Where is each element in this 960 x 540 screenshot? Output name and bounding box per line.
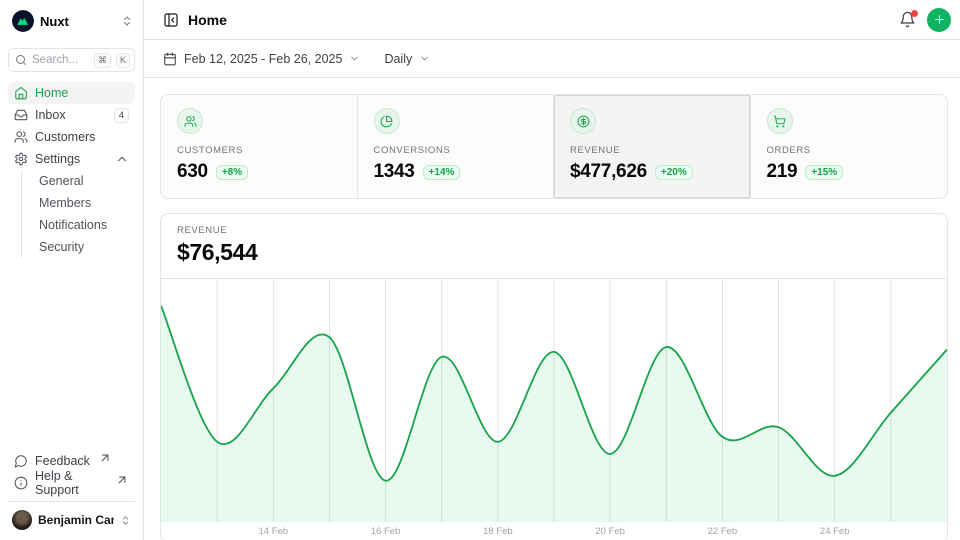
panel-collapse-icon — [163, 12, 179, 28]
stat-value: 1343 — [374, 161, 415, 183]
search-input[interactable]: Search... ⌘ K — [8, 48, 135, 72]
user-name: Benjamin Canac — [38, 513, 114, 527]
stat-label: CUSTOMERS — [177, 145, 341, 156]
revenue-area-chart[interactable] — [161, 279, 947, 522]
x-axis-tick: 14 Feb — [258, 526, 288, 537]
cart-icon — [773, 115, 786, 128]
calendar-icon — [163, 52, 177, 66]
x-axis-tick: 22 Feb — [708, 526, 738, 537]
users-icon — [14, 130, 28, 144]
stats-row: CUSTOMERS 630 +8% CONVERSIONS 1343 +14% — [160, 94, 948, 199]
kbd-meta: ⌘ — [94, 53, 111, 68]
chevrons-up-down-icon — [121, 15, 133, 27]
sub-item-label: Security — [39, 240, 84, 254]
stat-delta-badge: +20% — [655, 165, 693, 180]
users-icon — [184, 115, 197, 128]
plus-icon — [933, 13, 946, 26]
sidebar-item-label: Home — [35, 86, 68, 100]
header-actions — [899, 8, 951, 32]
chevron-up-icon — [115, 152, 129, 166]
workspace-name: Nuxt — [40, 14, 115, 29]
kbd-k: K — [116, 53, 130, 68]
inbox-icon — [14, 108, 28, 122]
date-range-label: Feb 12, 2025 - Feb 26, 2025 — [184, 52, 342, 66]
settings-submenu: General Members Notifications Security — [21, 170, 135, 258]
sidebar-nav: Home Inbox 4 Customers Settings General … — [8, 82, 135, 450]
user-menu[interactable]: Benjamin Canac — [8, 501, 135, 532]
date-range-picker[interactable]: Feb 12, 2025 - Feb 26, 2025 — [163, 52, 360, 66]
stat-label: CONVERSIONS — [374, 145, 538, 156]
user-avatar — [12, 510, 32, 530]
collapse-sidebar-button[interactable] — [163, 12, 179, 28]
stat-value: $477,626 — [570, 161, 647, 183]
stat-delta-badge: +8% — [216, 165, 248, 180]
stat-delta-badge: +14% — [423, 165, 461, 180]
main-area: Home Feb 12, 2025 - Feb 26, 2025 Daily — [144, 0, 960, 540]
sidebar-item-label: Customers — [35, 130, 95, 144]
sidebar-item-settings[interactable]: Settings — [8, 148, 135, 170]
footer-item-label: Help & Support — [35, 469, 107, 497]
sidebar-item-general[interactable]: General — [22, 170, 135, 192]
sidebar-item-members[interactable]: Members — [22, 192, 135, 214]
sidebar-item-label: Settings — [35, 152, 80, 166]
stat-card-customers[interactable]: CUSTOMERS 630 +8% — [161, 95, 358, 198]
chat-bubble-icon — [14, 454, 28, 468]
x-axis-tick: 20 Feb — [595, 526, 625, 537]
stat-card-revenue[interactable]: REVENUE $477,626 +20% — [554, 95, 751, 198]
notifications-button[interactable] — [899, 11, 916, 28]
chart-label: REVENUE — [177, 225, 931, 236]
stat-value: 219 — [767, 161, 798, 183]
x-axis-tick: 24 Feb — [820, 526, 850, 537]
chevron-down-icon — [349, 53, 360, 64]
sidebar-item-home[interactable]: Home — [8, 82, 135, 104]
footer-item-label: Feedback — [35, 454, 90, 468]
app-window: Nuxt Search... ⌘ K Home Inbox 4 Customer… — [0, 0, 960, 540]
granularity-label: Daily — [384, 52, 412, 66]
search-placeholder: Search... — [32, 54, 89, 66]
filters-toolbar: Feb 12, 2025 - Feb 26, 2025 Daily — [144, 40, 960, 78]
stat-delta-badge: +15% — [805, 165, 843, 180]
sub-item-label: Notifications — [39, 218, 107, 232]
help-support-link[interactable]: Help & Support — [8, 472, 135, 494]
info-icon — [14, 476, 28, 490]
sub-item-label: General — [39, 174, 83, 188]
external-link-icon — [115, 473, 129, 487]
x-axis-tick: 18 Feb — [483, 526, 513, 537]
granularity-select[interactable]: Daily — [384, 52, 430, 66]
page-title: Home — [188, 12, 227, 28]
pie-chart-icon — [380, 115, 393, 128]
chevrons-up-down-icon — [120, 515, 131, 526]
add-button[interactable] — [927, 8, 951, 32]
sidebar-item-label: Inbox — [35, 108, 66, 122]
revenue-chart-panel: REVENUE $76,544 14 Feb 16 Feb 18 Feb 20 Feb… — [160, 213, 948, 540]
dollar-circle-icon — [577, 115, 590, 128]
sidebar: Nuxt Search... ⌘ K Home Inbox 4 Customer… — [0, 0, 144, 540]
stat-label: REVENUE — [570, 145, 734, 156]
notification-dot — [911, 10, 918, 17]
inbox-count-badge: 4 — [114, 108, 129, 123]
sidebar-item-notifications[interactable]: Notifications — [22, 214, 135, 236]
stat-card-orders[interactable]: ORDERS 219 +15% — [751, 95, 948, 198]
stat-label: ORDERS — [767, 145, 932, 156]
search-icon — [15, 54, 27, 66]
x-axis-labels: 14 Feb 16 Feb 18 Feb 20 Feb 22 Feb 24 Feb — [161, 522, 947, 540]
gear-icon — [14, 152, 28, 166]
chevron-down-icon — [419, 53, 430, 64]
sidebar-item-security[interactable]: Security — [22, 236, 135, 258]
workspace-switcher[interactable]: Nuxt — [8, 8, 135, 34]
page-header: Home — [144, 0, 960, 40]
x-axis-tick: 16 Feb — [371, 526, 401, 537]
dashboard-content: CUSTOMERS 630 +8% CONVERSIONS 1343 +14% — [144, 78, 960, 540]
sub-item-label: Members — [39, 196, 91, 210]
sidebar-item-inbox[interactable]: Inbox 4 — [8, 104, 135, 126]
external-link-icon — [98, 451, 112, 465]
stat-value: 630 — [177, 161, 208, 183]
chart-header: REVENUE $76,544 — [161, 214, 947, 279]
stat-card-conversions[interactable]: CONVERSIONS 1343 +14% — [358, 95, 555, 198]
sidebar-item-customers[interactable]: Customers — [8, 126, 135, 148]
home-icon — [14, 86, 28, 100]
sidebar-footer: Feedback Help & Support Benjamin Canac — [8, 450, 135, 532]
chart-value: $76,544 — [177, 239, 931, 266]
nuxt-logo — [12, 10, 34, 32]
